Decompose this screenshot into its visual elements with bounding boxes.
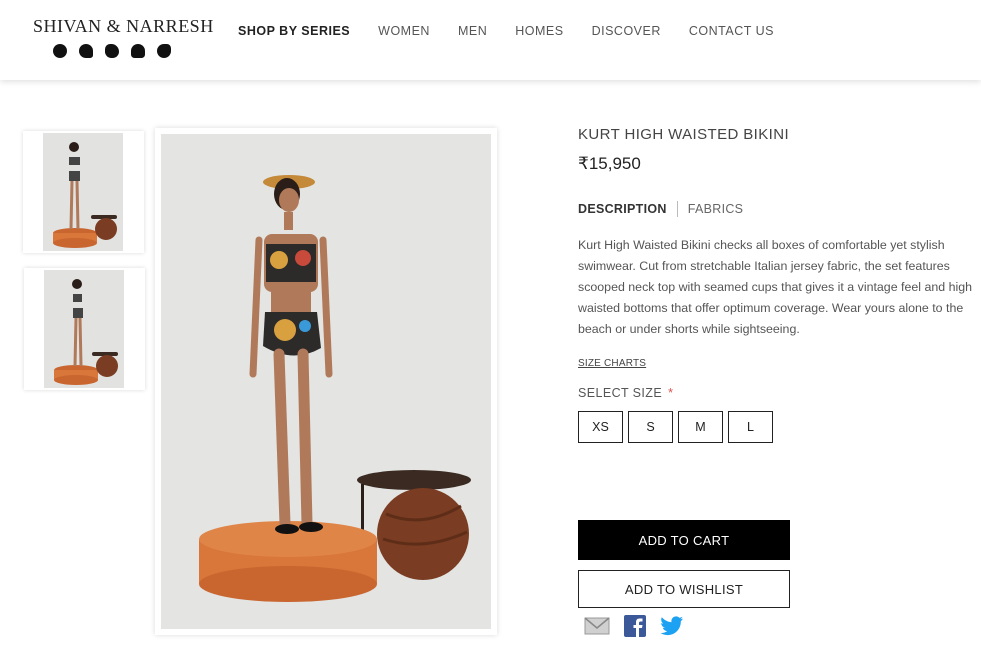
brand-logo[interactable]: SHIVAN & NARRESH <box>33 16 214 58</box>
add-to-wishlist-button[interactable]: ADD TO WISHLIST <box>578 570 790 608</box>
size-option-s[interactable]: S <box>628 411 673 443</box>
main-nav: SHOP BY SERIES WOMEN MEN HOMES DISCOVER … <box>238 24 802 38</box>
product-thumbnail-side[interactable] <box>24 268 145 390</box>
thumbnail-image <box>43 133 123 251</box>
thumbnail-image <box>44 270 124 388</box>
required-marker: * <box>668 386 674 400</box>
nav-discover[interactable]: DISCOVER <box>592 24 661 38</box>
product-main-image[interactable] <box>155 128 497 635</box>
nav-contact-us[interactable]: CONTACT US <box>689 24 774 38</box>
elephant-icon <box>131 44 145 58</box>
select-size-text: SELECT SIZE <box>578 386 663 400</box>
site-header: SHIVAN & NARRESH SHOP BY SERIES WOMEN ME… <box>0 0 981 80</box>
product-price: ₹15,950 <box>578 154 641 173</box>
product-title: KURT HIGH WAISTED BIKINI <box>578 126 790 143</box>
size-option-l[interactable]: L <box>728 411 773 443</box>
tab-description[interactable]: DESCRIPTION <box>578 202 667 216</box>
size-option-m[interactable]: M <box>678 411 723 443</box>
twitter-icon[interactable] <box>660 616 684 641</box>
facebook-icon[interactable] <box>624 615 646 642</box>
size-options: XS S M L <box>578 411 778 443</box>
email-icon[interactable] <box>584 616 610 641</box>
nav-shop-by-series[interactable]: SHOP BY SERIES <box>238 24 350 38</box>
product-info-tabs: DESCRIPTION FABRICS <box>578 201 743 217</box>
leaf-icon <box>79 44 93 58</box>
tab-fabrics[interactable]: FABRICS <box>688 202 744 216</box>
product-description: Kurt High Waisted Bikini checks all boxe… <box>578 238 972 336</box>
nav-men[interactable]: MEN <box>458 24 487 38</box>
nav-women[interactable]: WOMEN <box>378 24 430 38</box>
brand-symbols <box>53 44 171 58</box>
add-to-cart-button[interactable]: ADD TO CART <box>578 520 790 560</box>
bird-icon <box>157 44 171 58</box>
brand-name: SHIVAN & NARRESH <box>33 16 214 36</box>
tab-divider <box>676 201 678 217</box>
nav-homes[interactable]: HOMES <box>515 24 563 38</box>
size-charts-link[interactable]: SIZE CHARTS <box>578 358 646 369</box>
product-thumbnail-front[interactable] <box>23 131 144 253</box>
select-size-label: SELECT SIZE * <box>578 386 673 400</box>
share-icons <box>584 615 684 642</box>
size-option-xs[interactable]: XS <box>578 411 623 443</box>
product-photo <box>161 134 491 629</box>
swirl-icon <box>53 44 67 58</box>
flame-icon <box>105 44 119 58</box>
